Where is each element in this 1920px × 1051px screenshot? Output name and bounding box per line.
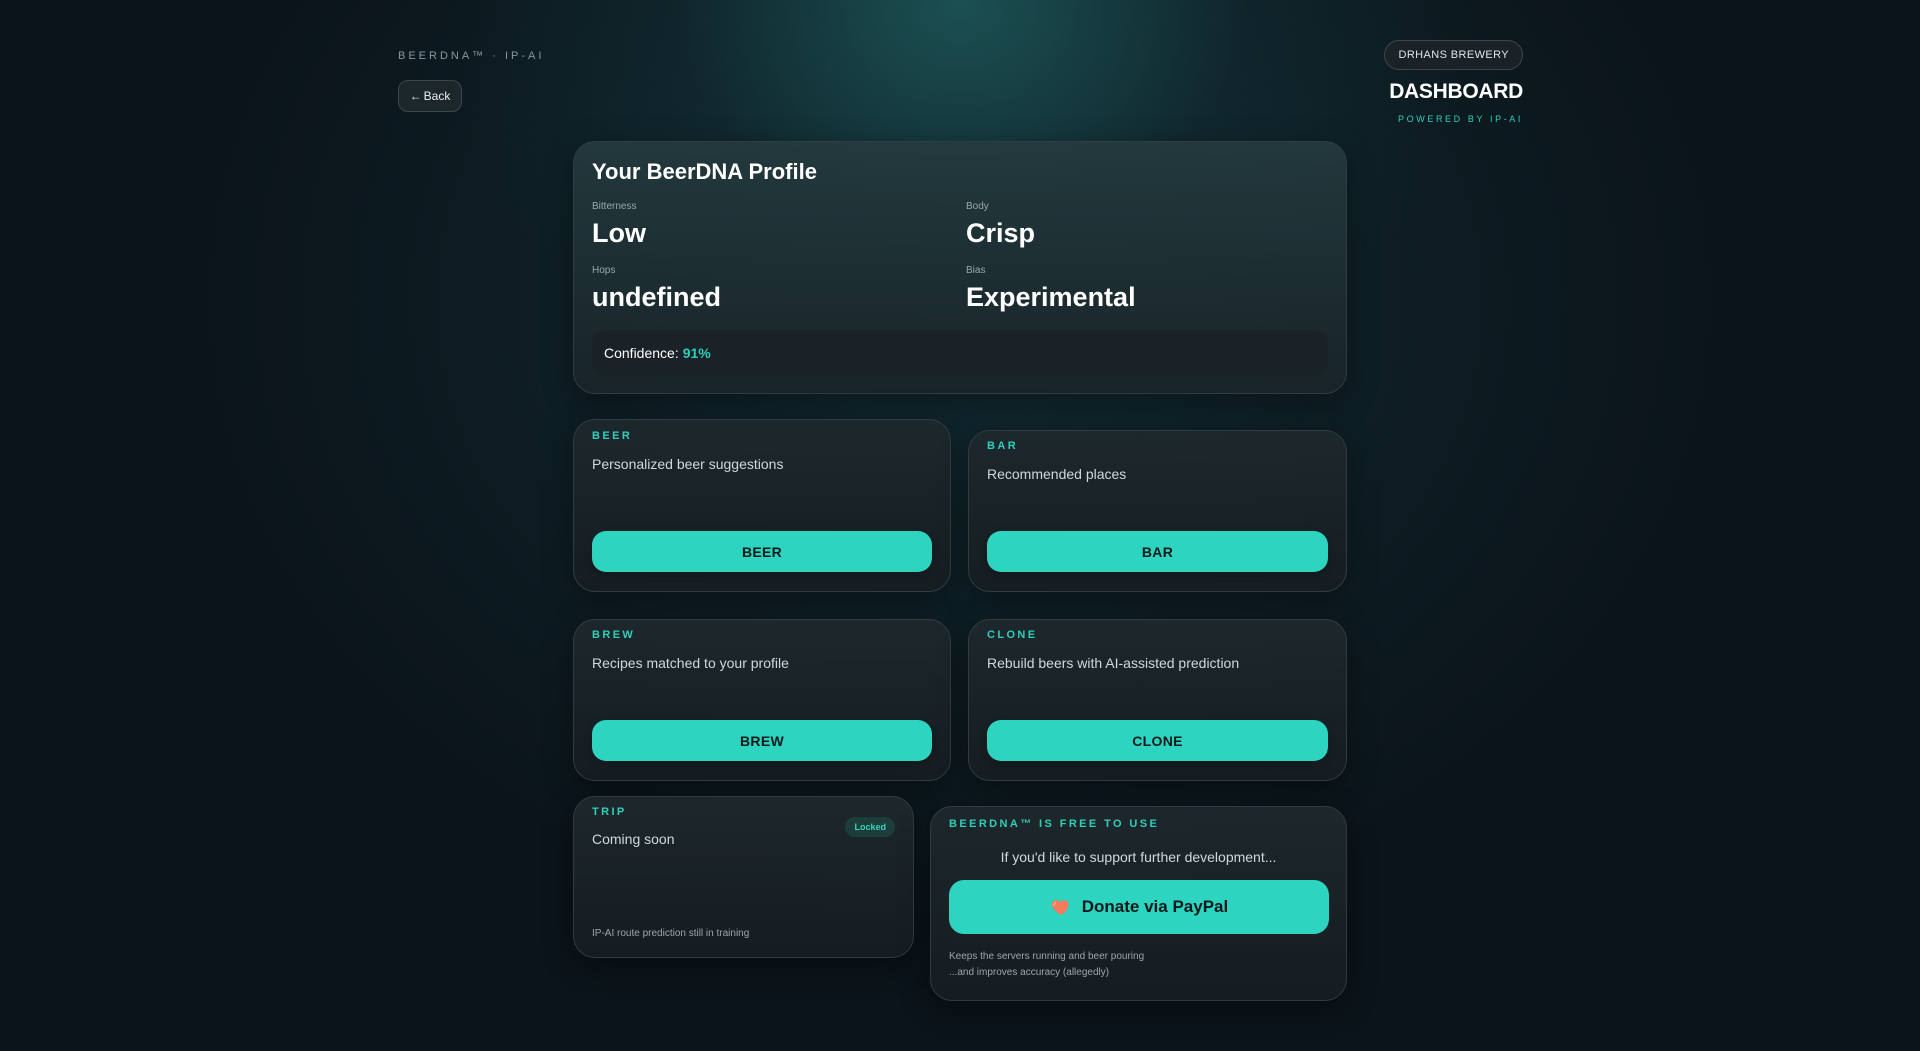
bar-card: BAR Recommended places BAR: [968, 430, 1347, 592]
trait-body: Body Crisp: [966, 201, 1035, 249]
donate-note: Keeps the servers running and beer pouri…: [949, 949, 1144, 981]
brand-label: BEERDNA™ · IP-AI: [398, 50, 545, 62]
trait-value: Low: [592, 218, 646, 248]
bar-button[interactable]: BAR: [987, 531, 1328, 572]
trait-label: Body: [966, 201, 989, 212]
brew-button[interactable]: BREW: [592, 720, 932, 761]
back-button-label: Back: [423, 89, 451, 103]
clone-tag: CLONE: [987, 629, 1038, 641]
trait-bias: Bias Experimental: [966, 265, 1136, 313]
clone-description: Rebuild beers with AI-assisted predictio…: [987, 655, 1240, 671]
trait-value: Experimental: [966, 282, 1136, 312]
bar-tag: BAR: [987, 440, 1019, 452]
trait-label: Bitterness: [592, 201, 637, 212]
powered-by-label: POWERED BY IP-AI: [1398, 114, 1523, 124]
donate-paypal-button[interactable]: Donate via PayPal: [949, 880, 1329, 934]
trip-note: IP-AI route prediction still in training: [592, 928, 750, 939]
brew-description: Recipes matched to your profile: [592, 655, 789, 671]
trait-value: Crisp: [966, 218, 1036, 248]
clone-card: CLONE Rebuild beers with AI-assisted pre…: [968, 619, 1347, 781]
beer-card: BEER Personalized beer suggestions BEER: [573, 419, 951, 592]
page-title: DASHBOARD: [1389, 80, 1523, 103]
donate-tag: BEERDNA™ IS FREE TO USE: [949, 818, 1160, 830]
confidence-label: Confidence:: [604, 344, 679, 361]
trait-bitterness: Bitterness Low: [592, 201, 646, 249]
brewery-badge[interactable]: DRHANS BREWERY: [1384, 40, 1523, 70]
bar-description: Recommended places: [987, 466, 1127, 482]
clone-button[interactable]: CLONE: [987, 720, 1328, 761]
locked-badge: Locked: [845, 817, 895, 837]
donate-button-label: Donate via PayPal: [1081, 897, 1229, 916]
confidence-value: 91%: [682, 344, 711, 361]
trip-description: Coming soon: [592, 831, 675, 847]
donate-note-line: Keeps the servers running and beer pouri…: [949, 951, 1145, 962]
donate-intro: If you'd like to support further develop…: [1000, 849, 1277, 865]
brew-card: BREW Recipes matched to your profile BRE…: [573, 619, 951, 781]
back-arrow-icon: ←: [409, 89, 422, 103]
trait-label: Bias: [966, 265, 986, 276]
back-button[interactable]: ← Back: [398, 80, 462, 112]
trait-value: undefined: [592, 282, 721, 312]
profile-title: Your BeerDNA Profile: [592, 159, 817, 184]
confidence-panel: Confidence: 91%: [592, 330, 1328, 375]
trait-label: Hops: [592, 265, 616, 276]
beer-button[interactable]: BEER: [592, 531, 932, 572]
donate-note-line: ...and improves accuracy (allegedly): [949, 967, 1110, 978]
trip-tag: TRIP: [592, 806, 627, 818]
donate-card: BEERDNA™ IS FREE TO USE If you'd like to…: [930, 806, 1347, 1001]
brew-tag: BREW: [592, 629, 636, 641]
heart-icon: [1050, 896, 1072, 918]
trait-hops: Hops undefined: [592, 265, 721, 313]
trip-card: TRIP Coming soon Locked IP-AI route pred…: [573, 796, 914, 958]
beer-tag: BEER: [592, 430, 633, 442]
profile-card: Your BeerDNA Profile Bitterness Low Body…: [573, 141, 1347, 394]
beer-description: Personalized beer suggestions: [592, 456, 784, 472]
